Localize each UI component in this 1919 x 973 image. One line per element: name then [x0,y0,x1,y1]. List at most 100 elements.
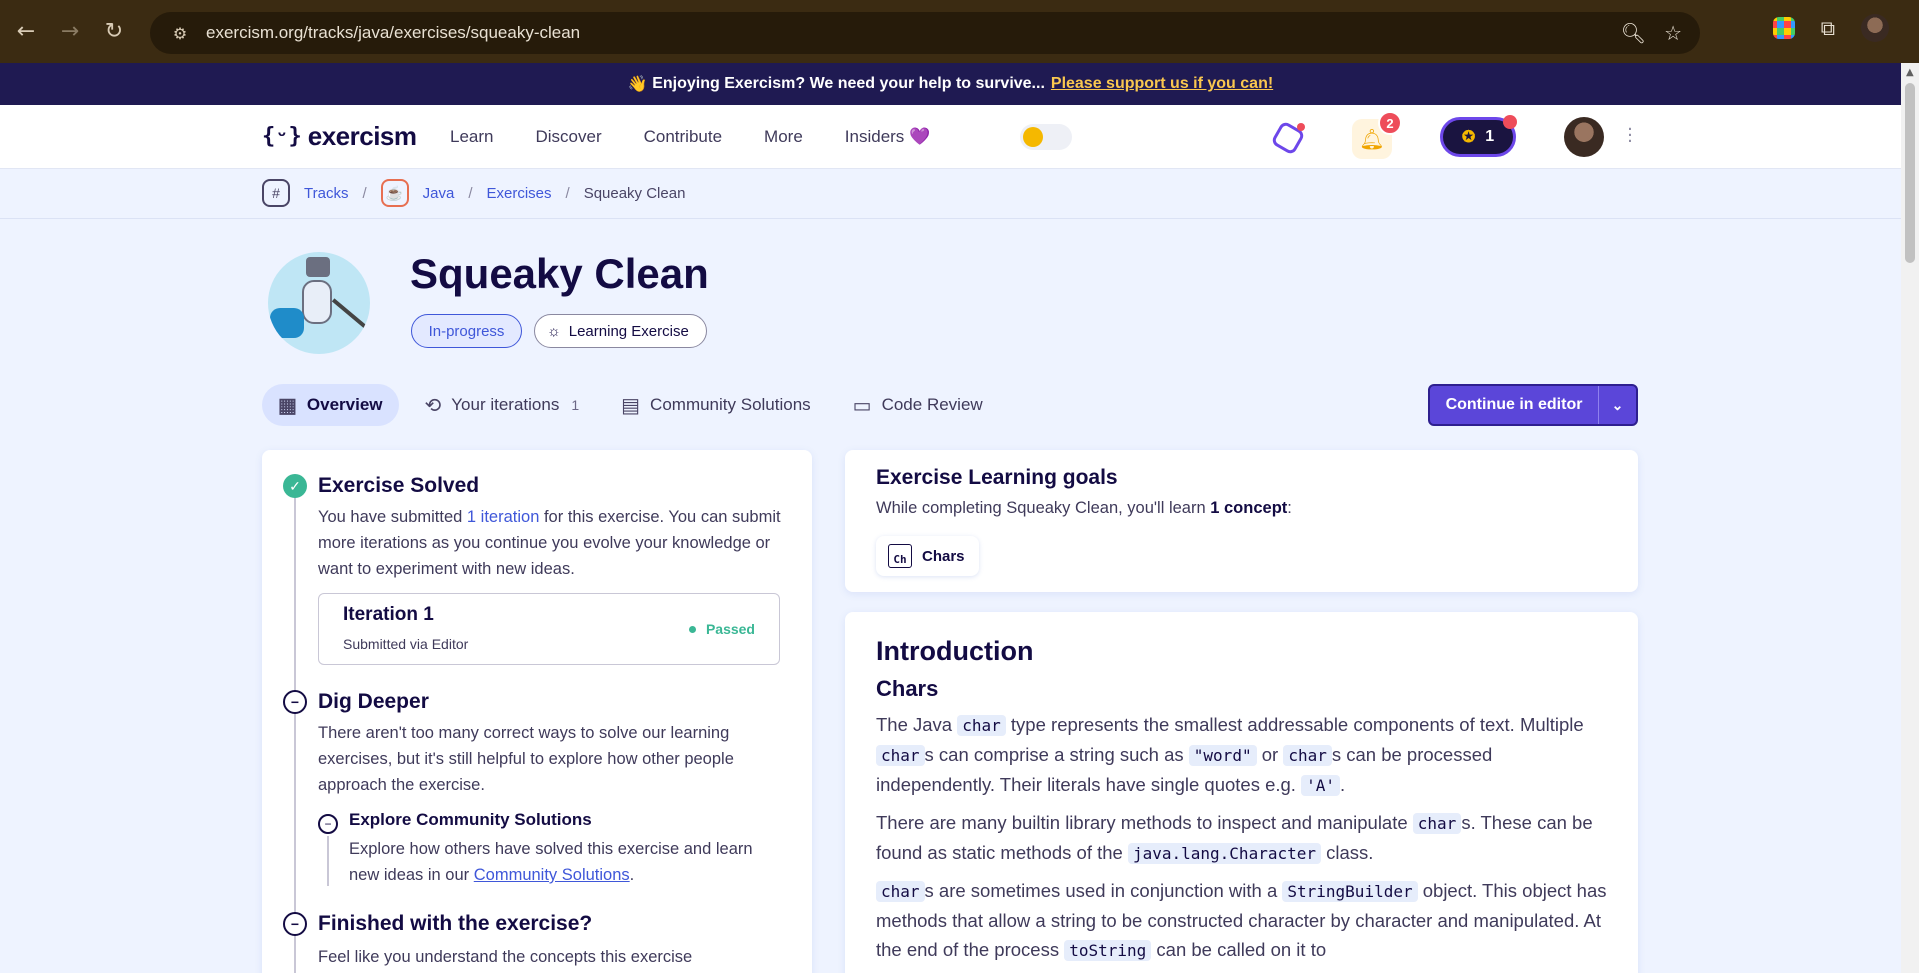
iteration-status-label: Passed [705,621,755,637]
page-title: Squeaky Clean [410,250,709,297]
support-banner: 👋 Enjoying Exercism? We need your help t… [0,63,1901,105]
goals-text-end: : [1287,499,1292,517]
nav-learn[interactable]: Learn [450,127,493,147]
java-track-icon: ☕ [380,179,409,207]
minus-circle-icon[interactable]: − [318,814,338,834]
text: class. [1321,842,1374,863]
sub-timeline-line [327,836,329,886]
exercise-type-label: Learning Exercise [568,322,689,340]
vacuum-icon [270,308,304,338]
tab-code-review[interactable]: ▭ Code Review [837,384,999,426]
breadcrumb-separator: / [362,184,367,202]
reputation-value: 1 [1485,128,1495,145]
nav-insiders-label: Insiders [844,127,905,146]
nav-discover[interactable]: Discover [535,127,601,147]
timeline-line [294,486,296,973]
solved-text-part: You have submitted [318,508,467,526]
tab-iterations[interactable]: ⟲ Your iterations 1 [409,384,596,426]
theme-toggle[interactable] [1020,124,1072,150]
text: can be called on it to [1151,939,1327,960]
community-solutions-icon: ▤ [621,394,641,417]
logo-text: exercism [307,121,417,151]
more-options-icon[interactable]: · · · [1626,121,1634,151]
nav-contribute[interactable]: Contribute [644,127,722,147]
extensions-puzzle-icon[interactable]: ⧉ [1821,16,1835,40]
heart-icon: 💜 [909,127,931,146]
robot-head [306,257,330,277]
inline-code: StringBuilder [1282,881,1418,902]
code-review-chat-icon: ▭ [852,394,872,417]
browser-profile-avatar[interactable] [1861,14,1889,42]
breadcrumb-separator: / [468,184,473,202]
introduction-card: Introduction Chars The Java char type re… [845,612,1638,973]
url-text[interactable]: exercism.org/tracks/java/exercises/squea… [206,23,580,43]
text: or [1256,744,1284,765]
concept-chip-chars[interactable]: Ch Chars [876,536,979,576]
explore-community-text: Explore how others have solved this exer… [349,836,769,888]
iteration-card[interactable]: Iteration 1 Submitted via Editor Passed [318,593,780,665]
chevron-down-icon[interactable]: ⌄ [1598,386,1636,424]
logo-brace-icon: {ᵕ} [262,124,302,149]
solved-title: Exercise Solved [318,474,480,497]
inline-code: toString [1064,940,1152,961]
iteration-subtitle: Submitted via Editor [343,636,469,652]
exercism-logo[interactable]: {ᵕ} exercism [262,121,417,152]
continue-in-editor-button[interactable]: Continue in editor ⌄ [1428,384,1638,426]
breadcrumb-exercises[interactable]: Exercises [486,185,551,202]
wave-icon: 👋 [627,76,648,93]
notifications-count-badge: 2 [1378,111,1402,135]
intro-paragraph: The Java char type represents the smalle… [876,710,1611,800]
site-header: {ᵕ} exercism Learn Discover Contribute M… [0,105,1901,169]
solved-text: You have submitted 1 iteration for this … [318,504,788,582]
concept-label: Chars [922,547,965,565]
tracks-icon: # [262,179,290,207]
community-solutions-link[interactable]: Community Solutions [474,866,630,884]
iterations-cycle-icon: ⟲ [424,394,442,417]
goals-text-part: While completing Squeaky Clean, you'll l… [876,499,1211,517]
tab-community-solutions[interactable]: ▤ Community Solutions [605,384,827,426]
minus-circle-icon[interactable]: − [283,690,307,714]
tab-iterations-label: Your iterations [451,395,560,414]
inline-code: char [876,745,925,766]
text: s are sometimes used in conjunction with… [924,880,1283,901]
reload-icon[interactable]: ↻ [96,14,132,50]
nav-more[interactable]: More [764,127,803,147]
status-dot-icon [688,625,696,633]
scroll-up-arrow-icon[interactable]: ▲ [1906,67,1914,78]
inline-code: 'A' [1301,775,1340,796]
bookmark-star-icon[interactable]: ☆ [1664,21,1682,45]
reputation-icon: ✪ [1461,129,1476,146]
user-avatar[interactable] [1564,117,1604,157]
nav-insiders[interactable]: Insiders 💜 [845,127,930,147]
explore-community-title: Explore Community Solutions [349,810,592,829]
minus-circle-icon[interactable]: − [283,912,307,936]
address-bar[interactable]: ⚙ exercism.org/tracks/java/exercises/squ… [150,12,1700,54]
tab-overview[interactable]: ▦ Overview [262,384,399,426]
breadcrumb-java[interactable]: Java [423,185,455,202]
scrollbar-thumb[interactable] [1905,83,1915,263]
chars-concept-icon: Ch [888,544,912,568]
support-link[interactable]: Please support us if you can! [1051,75,1273,93]
continue-label: Continue in editor [1445,396,1583,413]
text: The Java [876,714,958,735]
zoom-icon[interactable]: 🔍︎ [1621,21,1646,45]
page-scrollbar[interactable]: ▲ [1901,63,1919,973]
status-badge: In-progress [411,314,522,348]
iterations-count: 1 [571,397,580,413]
breadcrumb-tracks[interactable]: Tracks [304,185,348,202]
iteration-title: Iteration 1 [343,604,434,625]
exercise-robot-illustration [268,252,370,354]
text: . [1340,774,1346,795]
learning-goals-card: Exercise Learning goals While completing… [845,450,1638,592]
inline-code: char [876,881,925,902]
iteration-status: Passed [688,621,755,637]
inline-code: char [957,715,1006,736]
vacuum-pole [331,298,369,330]
back-icon[interactable]: ← [8,14,44,50]
tab-overview-label: Overview [306,395,383,414]
iteration-link[interactable]: 1 iteration [467,508,539,526]
site-settings-icon[interactable]: ⚙ [160,24,200,43]
inline-code: "word" [1188,745,1257,766]
forward-icon[interactable]: → [52,14,88,50]
color-extension-icon[interactable] [1772,17,1795,39]
